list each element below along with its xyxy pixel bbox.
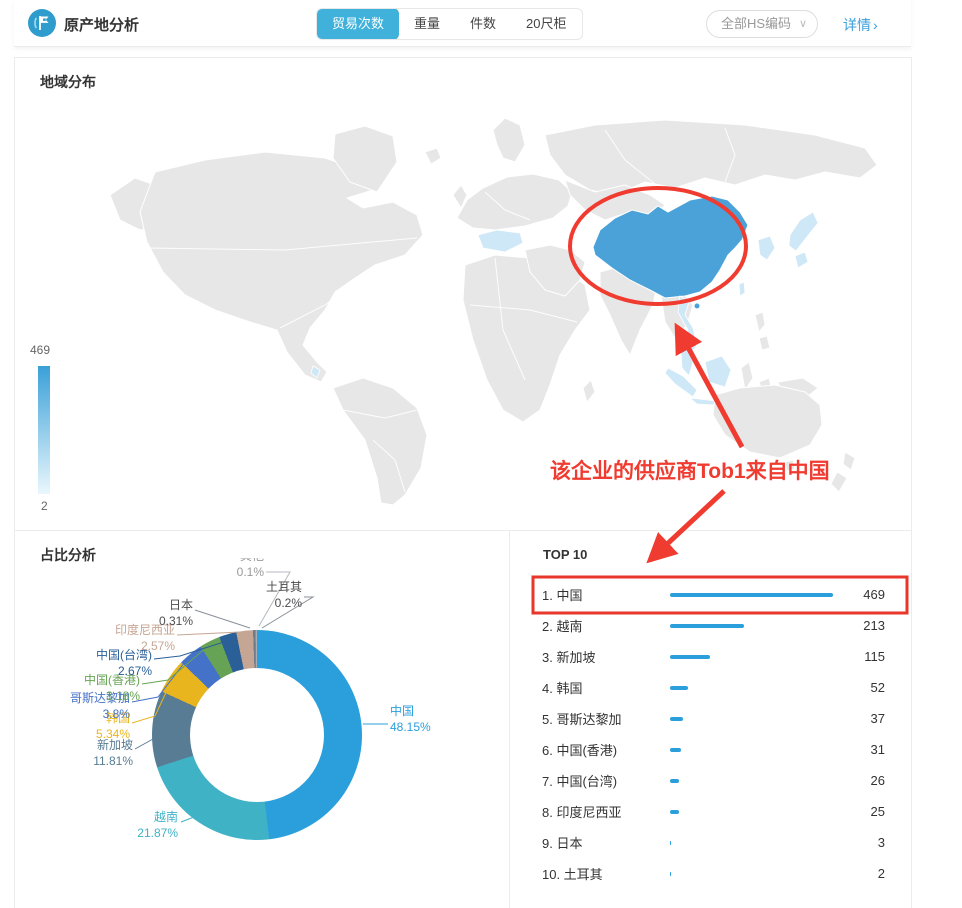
card-top-border <box>14 57 912 58</box>
top10-row-印度尼西亚: 8. 印度尼西亚 25 <box>542 796 885 827</box>
tab-重量[interactable]: 重量 <box>399 8 455 40</box>
pie-label-percent: 0.1% <box>212 565 264 581</box>
top10-row-label: 10. 土耳其 <box>542 864 670 883</box>
top10-row-bar <box>670 686 688 690</box>
pie-label-percent: 21.87% <box>88 826 178 842</box>
top10-row-value: 2 <box>878 866 885 881</box>
pie-label-percent: 48.15% <box>390 720 480 736</box>
tab-件数[interactable]: 件数 <box>455 8 511 40</box>
pie-label-name: 土耳其 <box>222 580 302 596</box>
top10-row-label: 5. 哥斯达黎加 <box>542 709 670 728</box>
pie-label-中国: 中国48.15% <box>390 704 480 735</box>
top10-row-value: 52 <box>871 680 885 695</box>
map-section-title: 地域分布 <box>40 72 96 92</box>
pie-label-percent: 3.18% <box>50 689 140 705</box>
top10-row-bar <box>670 717 683 721</box>
top10-title: TOP 10 <box>543 547 587 562</box>
pie-label-percent: 2.57% <box>85 639 175 655</box>
card-left-border <box>14 57 15 908</box>
hs-code-select[interactable]: 全部HS编码 ∨ <box>706 10 818 38</box>
tab-贸易次数[interactable]: 贸易次数 <box>317 8 399 40</box>
top10-row-label: 1. 中国 <box>542 585 670 604</box>
detail-link[interactable]: 详情› <box>843 15 878 35</box>
pie-label-percent: 0.2% <box>222 596 302 612</box>
top10-row-label: 7. 中国(台湾) <box>542 771 670 790</box>
top10-row-中国(香港): 6. 中国(香港) 31 <box>542 734 885 765</box>
top10-row-value: 115 <box>864 649 885 664</box>
panel-divider <box>509 530 510 908</box>
top10-row-value: 25 <box>871 804 885 819</box>
top10-row-越南: 2. 越南 213 <box>542 610 885 641</box>
top10-row-中国(台湾): 7. 中国(台湾) 26 <box>542 765 885 796</box>
top10-row-value: 31 <box>871 742 885 757</box>
pie-label-name: 中国 <box>390 704 480 720</box>
top10-row-bar <box>670 810 679 814</box>
pie-label-name: 日本 <box>113 598 193 614</box>
page-title: 原产地分析 <box>64 14 139 35</box>
top10-row-哥斯达黎加: 5. 哥斯达黎加 37 <box>542 703 885 734</box>
top10-row-韩国: 4. 韩国 52 <box>542 672 885 703</box>
top10-row-label: 9. 日本 <box>542 833 670 852</box>
top10-row-bar <box>670 655 710 659</box>
tab-20尺柜[interactable]: 20尺柜 <box>511 8 581 40</box>
top10-row-bar <box>670 748 681 752</box>
top10-row-bar <box>670 841 671 845</box>
world-map[interactable] <box>25 100 915 520</box>
top10-row-土耳其: 10. 土耳其 2 <box>542 858 885 889</box>
top10-row-label: 2. 越南 <box>542 616 670 635</box>
top10-row-value: 26 <box>871 773 885 788</box>
top10-row-新加坡: 3. 新加坡 115 <box>542 641 885 672</box>
origin-analysis-page: 原产地分析 贸易次数重量件数20尺柜 全部HS编码 ∨ 详情› 地域分布 469… <box>0 0 962 908</box>
pie-label-percent: 11.81% <box>43 754 133 770</box>
top10-row-label: 8. 印度尼西亚 <box>542 802 670 821</box>
top10-list: 1. 中国 469 2. 越南 213 3. 新加坡 115 4. 韩国 52 5. 哥斯达黎加… <box>542 579 885 889</box>
top10-row-label: 4. 韩国 <box>542 678 670 697</box>
top10-row-bar <box>670 593 833 597</box>
donut-hole <box>190 668 324 802</box>
pie-section-title: 占比分析 <box>40 545 96 565</box>
header-bar: 原产地分析 贸易次数重量件数20尺柜 全部HS编码 ∨ 详情› <box>14 0 911 47</box>
top10-row-bar <box>670 872 671 876</box>
hs-code-select-value: 全部HS编码 <box>721 16 791 31</box>
top10-row-value: 213 <box>863 618 885 633</box>
top10-row-bar <box>670 779 679 783</box>
pie-label-越南: 越南21.87% <box>88 810 178 841</box>
top10-row-label: 3. 新加坡 <box>542 647 670 666</box>
top10-row-日本: 9. 日本 3 <box>542 827 885 858</box>
pie-label-percent: 5.34% <box>40 727 130 743</box>
top10-row-value: 37 <box>871 711 885 726</box>
pie-label-土耳其: 土耳其0.2% <box>222 580 302 611</box>
pie-label-percent: 3.8% <box>35 707 130 723</box>
pie-label-其他: 其他0.1% <box>212 558 264 581</box>
section-divider <box>14 530 912 531</box>
pie-label-percent: 0.31% <box>113 614 193 630</box>
top10-row-bar <box>670 624 744 628</box>
pie-label-日本: 日本0.31% <box>113 598 193 629</box>
chevron-down-icon: ∨ <box>799 11 807 37</box>
top10-row-value: 3 <box>878 835 885 850</box>
pie-label-name: 越南 <box>88 810 178 826</box>
origin-analysis-icon <box>28 9 56 37</box>
top10-row-label: 6. 中国(香港) <box>542 740 670 759</box>
top10-row-value: 469 <box>863 587 885 602</box>
chevron-right-icon: › <box>873 17 878 33</box>
top10-row-中国: 1. 中国 469 <box>542 579 885 610</box>
pie-label-新加坡: 新加坡11.81% <box>43 738 133 769</box>
pie-label-name: 其他 <box>212 558 264 565</box>
metric-tabbar: 贸易次数重量件数20尺柜 <box>316 8 583 40</box>
pie-label-percent: 2.67% <box>62 664 152 680</box>
